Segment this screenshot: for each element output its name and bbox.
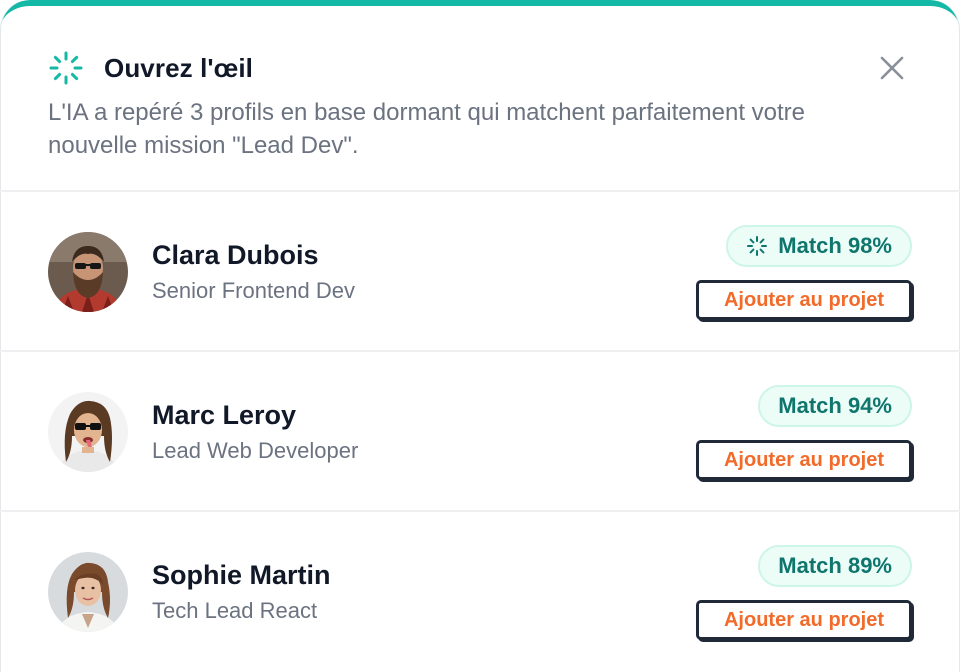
avatar [48, 392, 128, 472]
sparkle-loader-icon [49, 51, 83, 85]
match-badge: Match 98% [726, 225, 912, 267]
add-to-project-button[interactable]: Ajouter au projet [696, 280, 912, 320]
match-score: Match 98% [778, 233, 892, 258]
avatar-image [48, 232, 128, 312]
page-title: Ouvrez l'œil [104, 52, 253, 83]
match-score: Match 89% [778, 553, 892, 578]
match-badge: Match 94% [758, 385, 912, 427]
profile-name: Sophie Martin [152, 560, 331, 590]
close-icon [880, 56, 904, 80]
profile-row: Marc Leroy Lead Web Developer Match 94% … [0, 352, 960, 512]
profile-name: Clara Dubois [152, 240, 319, 270]
profile-role: Senior Frontend Dev [152, 278, 355, 303]
header-description: L'IA a repéré 3 profils en base dormant … [48, 99, 806, 159]
profile-row: Clara Dubois Senior Frontend Dev Match 9… [0, 192, 960, 352]
avatar [48, 552, 128, 632]
profile-row: Sophie Martin Tech Lead React Match 89% … [0, 512, 960, 672]
add-to-project-button[interactable]: Ajouter au projet [696, 440, 912, 480]
suggestion-card: Ouvrez l'œil L'IA a repéré 3 profils en … [0, 0, 960, 672]
add-to-project-button[interactable]: Ajouter au projet [696, 600, 912, 640]
profile-name: Marc Leroy [152, 400, 297, 430]
match-score: Match 94% [778, 393, 892, 418]
close-button[interactable] [876, 52, 908, 84]
avatar-image [48, 392, 128, 472]
avatar-image [48, 552, 128, 632]
match-badge: Match 89% [758, 545, 912, 587]
title-row: Ouvrez l'œil [48, 50, 253, 86]
profile-role: Tech Lead React [152, 598, 318, 623]
avatar [48, 232, 128, 312]
profile-list: Clara Dubois Senior Frontend Dev Match 9… [0, 192, 960, 672]
card-header: Ouvrez l'œil L'IA a repéré 3 profils en … [0, 0, 960, 192]
profile-role: Lead Web Developer [152, 438, 359, 463]
sparkle-loader-icon [747, 236, 768, 256]
